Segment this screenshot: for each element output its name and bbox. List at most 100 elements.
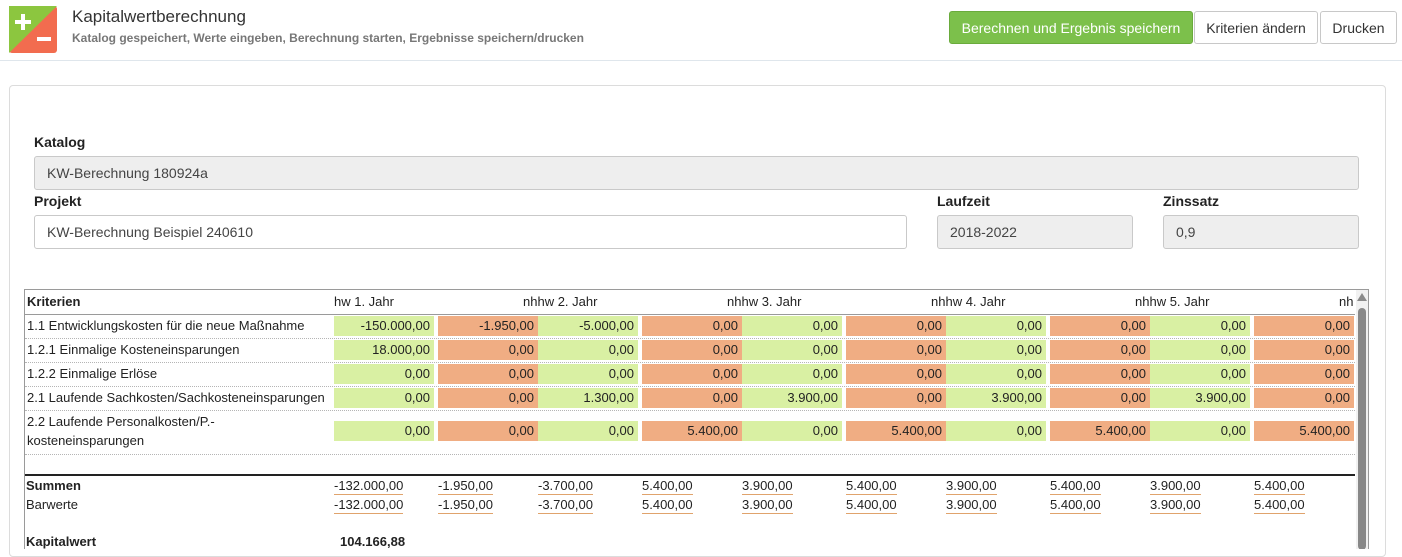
value-cell[interactable]: 0,00 [1150,316,1250,336]
value-cell[interactable]: 0,00 [438,388,538,408]
print-button[interactable]: Drucken [1320,11,1397,44]
value-cell[interactable]: 0,00 [846,388,946,408]
year-header-3: nhhw 3. Jahr [727,294,802,309]
sum-divider [25,474,1355,476]
value-cell[interactable]: 5.400,00 [1050,421,1150,441]
page-title: Kapitalwertberechnung [72,7,246,26]
table-row: 2.2 Laufende Personalkosten/P.- kostenei… [25,411,1355,455]
sum-value: 3.900,00 [742,478,793,495]
table-row: 1.2.1 Einmalige Kosteneinsparungen 18.00… [25,339,1355,363]
sum-value: 3.900,00 [946,478,997,495]
value-cell[interactable]: 5.400,00 [642,421,742,441]
value-cell[interactable]: 0,00 [538,421,638,441]
sum-value: 5.400,00 [1050,478,1101,495]
value-cell[interactable]: 0,00 [742,340,842,360]
value-cell[interactable]: 0,00 [1150,421,1250,441]
row-label: 1.1 Entwicklungskosten für die neue Maßn… [27,318,305,333]
value-cell[interactable]: 5.400,00 [1254,421,1354,441]
sum-value: 5.400,00 [1254,478,1305,495]
value-cell[interactable]: 3.900,00 [1150,388,1250,408]
present-value: -1.950,00 [438,497,493,514]
scroll-up-arrow-icon[interactable] [1357,293,1367,301]
value-cell[interactable]: 0,00 [846,316,946,336]
year-header-2: nhhw 2. Jahr [523,294,598,309]
row-label-line2: kosteneinsparungen [27,433,145,448]
present-value: 3.900,00 [1150,497,1201,514]
value-cell[interactable]: 5.400,00 [846,421,946,441]
table-row: 1.1 Entwicklungskosten für die neue Maßn… [25,315,1355,339]
sum-value: 5.400,00 [846,478,897,495]
year-header-4: nhhw 4. Jahr [931,294,1006,309]
value-cell[interactable]: 3.900,00 [742,388,842,408]
value-cell[interactable]: 0,00 [1050,364,1150,384]
value-cell[interactable]: 0,00 [334,364,434,384]
value-cell[interactable]: 0,00 [742,364,842,384]
sum-value: -132.000,00 [334,478,404,495]
value-cell[interactable]: 0,00 [742,421,842,441]
project-field[interactable]: KW-Berechnung Beispiel 240610 [34,215,907,249]
value-cell[interactable]: 0,00 [1254,388,1354,408]
value-cell[interactable]: 0,00 [642,340,742,360]
value-cell[interactable]: 0,00 [1150,364,1250,384]
value-cell[interactable]: -5.000,00 [538,316,638,336]
sum-value: 3.900,00 [1150,478,1201,495]
row-label-line1: 2.2 Laufende Personalkosten/P.- [27,414,215,429]
interest-rate-field: 0,9 [1163,215,1359,249]
value-cell[interactable]: 0,00 [334,388,434,408]
value-cell[interactable]: 0,00 [334,421,434,441]
value-cell[interactable]: 0,00 [1050,388,1150,408]
value-cell[interactable]: 1.300,00 [538,388,638,408]
criteria-column-header: Kriterien [27,294,81,309]
value-cell[interactable]: 0,00 [1254,340,1354,360]
value-cell[interactable]: 0,00 [642,316,742,336]
present-value: 3.900,00 [946,497,997,514]
row-label: 1.2.2 Einmalige Erlöse [27,366,158,381]
value-cell[interactable]: 0,00 [1050,316,1150,336]
catalog-field: KW-Berechnung 180924a [34,156,1359,190]
value-cell[interactable]: 0,00 [846,364,946,384]
npv-value: 104.166,88 [340,534,406,549]
year-header-1: hw 1. Jahr [334,294,394,309]
value-cell[interactable]: 0,00 [1254,316,1354,336]
value-cell[interactable]: 0,00 [1150,340,1250,360]
value-cell[interactable]: 0,00 [538,364,638,384]
calculate-and-save-button[interactable]: Berechnen und Ergebnis speichern [949,11,1193,44]
present-values-label: Barwerte [26,497,79,512]
value-cell[interactable]: 0,00 [946,340,1046,360]
value-cell[interactable]: 0,00 [642,388,742,408]
year-header-6: nh [1339,294,1354,309]
row-label: 2.1 Laufende Sachkosten/Sachkosteneinspa… [27,390,325,405]
change-criteria-button[interactable]: Kriterien ändern [1194,11,1318,44]
value-cell[interactable]: 3.900,00 [946,388,1046,408]
app-header: Kapitalwertberechnung Katalog gespeicher… [0,0,1402,61]
present-value: 5.400,00 [1254,497,1305,514]
value-cell[interactable]: 18.000,00 [334,340,434,360]
sum-value: -1.950,00 [438,478,493,495]
page-subtitle: Katalog gespeichert, Werte eingeben, Ber… [72,31,584,45]
present-value: -3.700,00 [538,497,593,514]
vertical-scrollbar[interactable] [1356,290,1368,549]
runtime-label: Laufzeit [937,193,990,209]
row-label: 1.2.1 Einmalige Kosteneinsparungen [27,342,240,357]
npv-label: Kapitalwert [26,534,97,549]
value-cell[interactable]: 0,00 [946,316,1046,336]
value-cell[interactable]: 0,00 [438,364,538,384]
value-cell[interactable]: -150.000,00 [334,316,434,336]
value-cell[interactable]: 0,00 [1254,364,1354,384]
value-cell[interactable]: 0,00 [538,340,638,360]
year-header-5: nhhw 5. Jahr [1135,294,1210,309]
value-cell[interactable]: 0,00 [438,340,538,360]
value-cell[interactable]: -1.950,00 [438,316,538,336]
value-cell[interactable]: 0,00 [1050,340,1150,360]
present-value: -132.000,00 [334,497,404,514]
value-cell[interactable]: 0,00 [438,421,538,441]
criteria-table[interactable]: Kriterien hw 1. Jahr nhhw 2. Jahr nhhw 3… [24,289,1369,549]
value-cell[interactable]: 0,00 [846,340,946,360]
value-cell[interactable]: 0,00 [946,421,1046,441]
scrollbar-thumb[interactable] [1358,308,1366,549]
project-label: Projekt [34,193,82,209]
value-cell[interactable]: 0,00 [742,316,842,336]
value-cell[interactable]: 0,00 [642,364,742,384]
interest-rate-label: Zinssatz [1163,193,1220,209]
value-cell[interactable]: 0,00 [946,364,1046,384]
